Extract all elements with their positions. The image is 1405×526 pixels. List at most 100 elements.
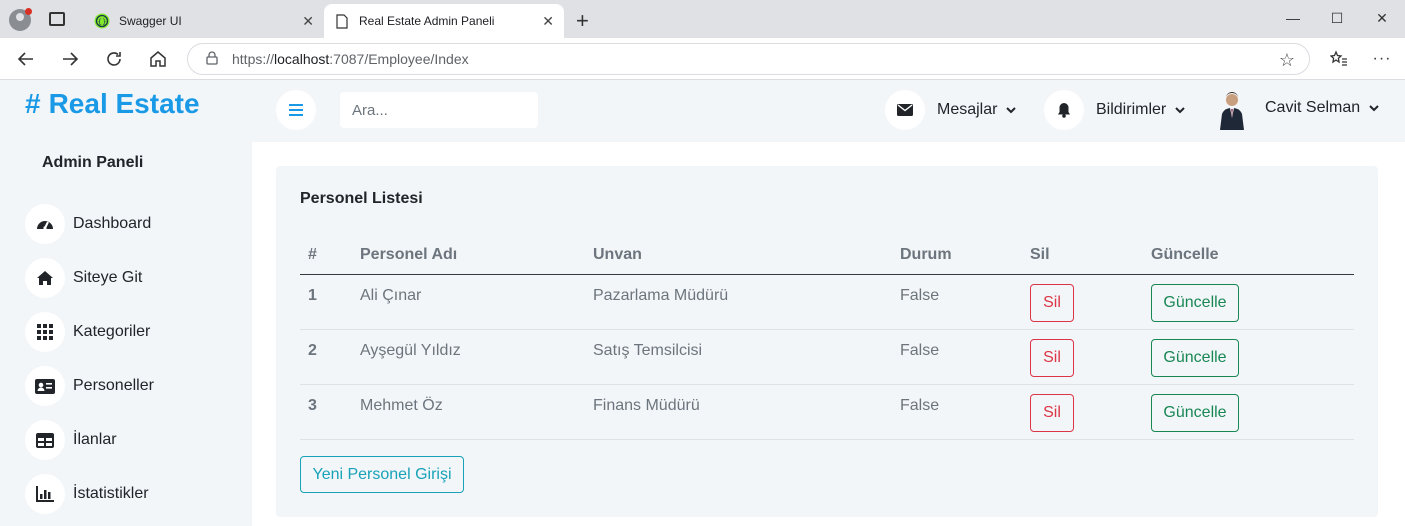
column-header: Unvan bbox=[593, 236, 900, 275]
delete-cell: Sil bbox=[1030, 274, 1151, 330]
main-content: Personel Listesi # Personel Adı Unvan Du… bbox=[252, 142, 1405, 526]
sidebar-item-ilanlar[interactable]: İlanlar bbox=[25, 420, 117, 460]
hamburger-icon bbox=[289, 104, 303, 116]
tab-admin[interactable]: Real Estate Admin Paneli ✕ bbox=[324, 4, 564, 38]
sidebar: # Real Estate Admin Paneli Dashboard Sit… bbox=[0, 80, 252, 526]
grid-icon bbox=[25, 312, 65, 352]
sidebar-item-kategoriler[interactable]: Kategoriler bbox=[25, 312, 150, 352]
update-button[interactable]: Güncelle bbox=[1151, 283, 1239, 322]
url-host: localhost bbox=[274, 51, 330, 67]
url-path: :7087/Employee/Index bbox=[329, 51, 469, 67]
employee-status: False bbox=[900, 329, 1030, 385]
column-header: # bbox=[300, 236, 360, 275]
avatar bbox=[1217, 90, 1247, 130]
user-name: Cavit Selman bbox=[1265, 99, 1361, 116]
chart-icon bbox=[25, 474, 65, 514]
sidebar-toggle-button[interactable] bbox=[276, 90, 316, 130]
notifications-label: Bildirimler bbox=[1096, 101, 1167, 118]
tab-actions-icon[interactable] bbox=[49, 12, 65, 26]
row-number: 3 bbox=[300, 384, 360, 440]
admin-app: # Real Estate Admin Paneli Dashboard Sit… bbox=[0, 80, 1405, 526]
card-title: Personel Listesi bbox=[300, 190, 423, 207]
brand-name: Real Estate bbox=[48, 88, 200, 119]
chevron-down-icon bbox=[1175, 107, 1185, 114]
sidebar-title: Admin Paneli bbox=[42, 154, 144, 171]
tab-title: Swagger UI bbox=[119, 14, 182, 28]
search-input[interactable] bbox=[340, 92, 538, 128]
browser-tab-bar: {} Swagger UI ✕ Real Estate Admin Paneli… bbox=[0, 0, 1405, 38]
favorite-star-icon[interactable]: ☆ bbox=[1279, 50, 1295, 71]
employee-card: Personel Listesi # Personel Adı Unvan Du… bbox=[276, 166, 1378, 517]
sidebar-item-istatistikler[interactable]: İstatistikler bbox=[25, 474, 149, 514]
row-number: 2 bbox=[300, 329, 360, 385]
column-header: Personel Adı bbox=[360, 236, 593, 275]
lock-icon[interactable] bbox=[206, 50, 218, 68]
top-navbar: Mesajlar Bildirimler Cavit Selman bbox=[252, 80, 1405, 142]
notifications-dropdown[interactable]: Bildirimler bbox=[1044, 90, 1186, 130]
home-nav-icon[interactable] bbox=[145, 46, 171, 72]
sidebar-item-personeller[interactable]: Personeller bbox=[25, 366, 154, 406]
chevron-down-icon bbox=[1369, 105, 1379, 112]
profile-icon[interactable] bbox=[9, 8, 32, 31]
employee-status: False bbox=[900, 274, 1030, 330]
page-icon bbox=[334, 13, 350, 29]
favorites-icon[interactable] bbox=[1326, 46, 1352, 72]
update-button[interactable]: Güncelle bbox=[1151, 393, 1239, 432]
delete-button[interactable]: Sil bbox=[1030, 283, 1074, 322]
brand-logo[interactable]: # Real Estate bbox=[25, 88, 200, 120]
update-cell: Güncelle bbox=[1151, 384, 1354, 440]
sidebar-item-siteye-git[interactable]: Siteye Git bbox=[25, 258, 142, 298]
back-icon[interactable] bbox=[13, 46, 39, 72]
bell-icon bbox=[1044, 90, 1084, 130]
url-field[interactable]: https://localhost:7087/Employee/Index ☆ bbox=[187, 43, 1310, 75]
close-icon[interactable]: ✕ bbox=[302, 13, 314, 30]
new-employee-button[interactable]: Yeni Personel Girişi bbox=[300, 456, 464, 493]
id-card-icon bbox=[25, 366, 65, 406]
minimize-icon[interactable]: — bbox=[1283, 8, 1303, 28]
delete-button[interactable]: Sil bbox=[1030, 338, 1074, 377]
messages-dropdown[interactable]: Mesajlar bbox=[885, 90, 1017, 130]
sidebar-item-label: İstatistikler bbox=[73, 485, 149, 502]
chevron-down-icon bbox=[1006, 107, 1017, 114]
employee-table: # Personel Adı Unvan Durum Sil Güncelle … bbox=[300, 236, 1354, 440]
new-tab-icon[interactable]: + bbox=[576, 8, 589, 34]
sidebar-item-label: Dashboard bbox=[73, 215, 152, 232]
sidebar-item-dashboard[interactable]: Dashboard bbox=[25, 204, 151, 244]
update-button[interactable]: Güncelle bbox=[1151, 338, 1239, 377]
url-prefix: https:// bbox=[232, 51, 275, 67]
update-cell: Güncelle bbox=[1151, 329, 1354, 385]
table-row: 1 Ali Çınar Pazarlama Müdürü False Sil G… bbox=[300, 274, 1354, 330]
sidebar-item-label: Kategoriler bbox=[73, 323, 151, 340]
delete-cell: Sil bbox=[1030, 329, 1151, 385]
column-header: Sil bbox=[1030, 236, 1151, 275]
user-dropdown[interactable]: Cavit Selman bbox=[1217, 90, 1380, 130]
employee-name: Ayşegül Yıldız bbox=[360, 329, 593, 385]
tab-title: Real Estate Admin Paneli bbox=[359, 14, 495, 28]
tachometer-icon bbox=[25, 204, 65, 244]
employee-title: Satış Temsilcisi bbox=[593, 329, 900, 385]
table-row: 3 Mehmet Öz Finans Müdürü False Sil Günc… bbox=[300, 384, 1354, 440]
maximize-icon[interactable]: ☐ bbox=[1327, 8, 1347, 28]
menu-dots-icon[interactable]: ··· bbox=[1369, 46, 1395, 72]
home-icon bbox=[25, 258, 65, 298]
swagger-icon: {} bbox=[94, 13, 110, 29]
table-row: 2 Ayşegül Yıldız Satış Temsilcisi False … bbox=[300, 329, 1354, 385]
svg-text:{}: {} bbox=[98, 18, 107, 26]
row-number: 1 bbox=[300, 274, 360, 330]
hashtag-icon: # bbox=[25, 88, 41, 119]
update-cell: Güncelle bbox=[1151, 274, 1354, 330]
forward-icon[interactable] bbox=[57, 46, 83, 72]
tab-swagger[interactable]: {} Swagger UI ✕ bbox=[84, 4, 324, 38]
reload-icon[interactable] bbox=[101, 46, 127, 72]
column-header: Durum bbox=[900, 236, 1030, 275]
table-header-row: # Personel Adı Unvan Durum Sil Güncelle bbox=[300, 236, 1354, 275]
address-bar: https://localhost:7087/Employee/Index ☆ … bbox=[0, 38, 1405, 80]
employee-title: Pazarlama Müdürü bbox=[593, 274, 900, 330]
close-icon[interactable]: ✕ bbox=[542, 13, 554, 30]
table-icon bbox=[25, 420, 65, 460]
sidebar-item-label: Siteye Git bbox=[73, 269, 143, 286]
messages-label: Mesajlar bbox=[937, 101, 998, 118]
delete-button[interactable]: Sil bbox=[1030, 393, 1074, 432]
window-close-icon[interactable]: ✕ bbox=[1372, 8, 1392, 28]
employee-name: Ali Çınar bbox=[360, 274, 593, 330]
